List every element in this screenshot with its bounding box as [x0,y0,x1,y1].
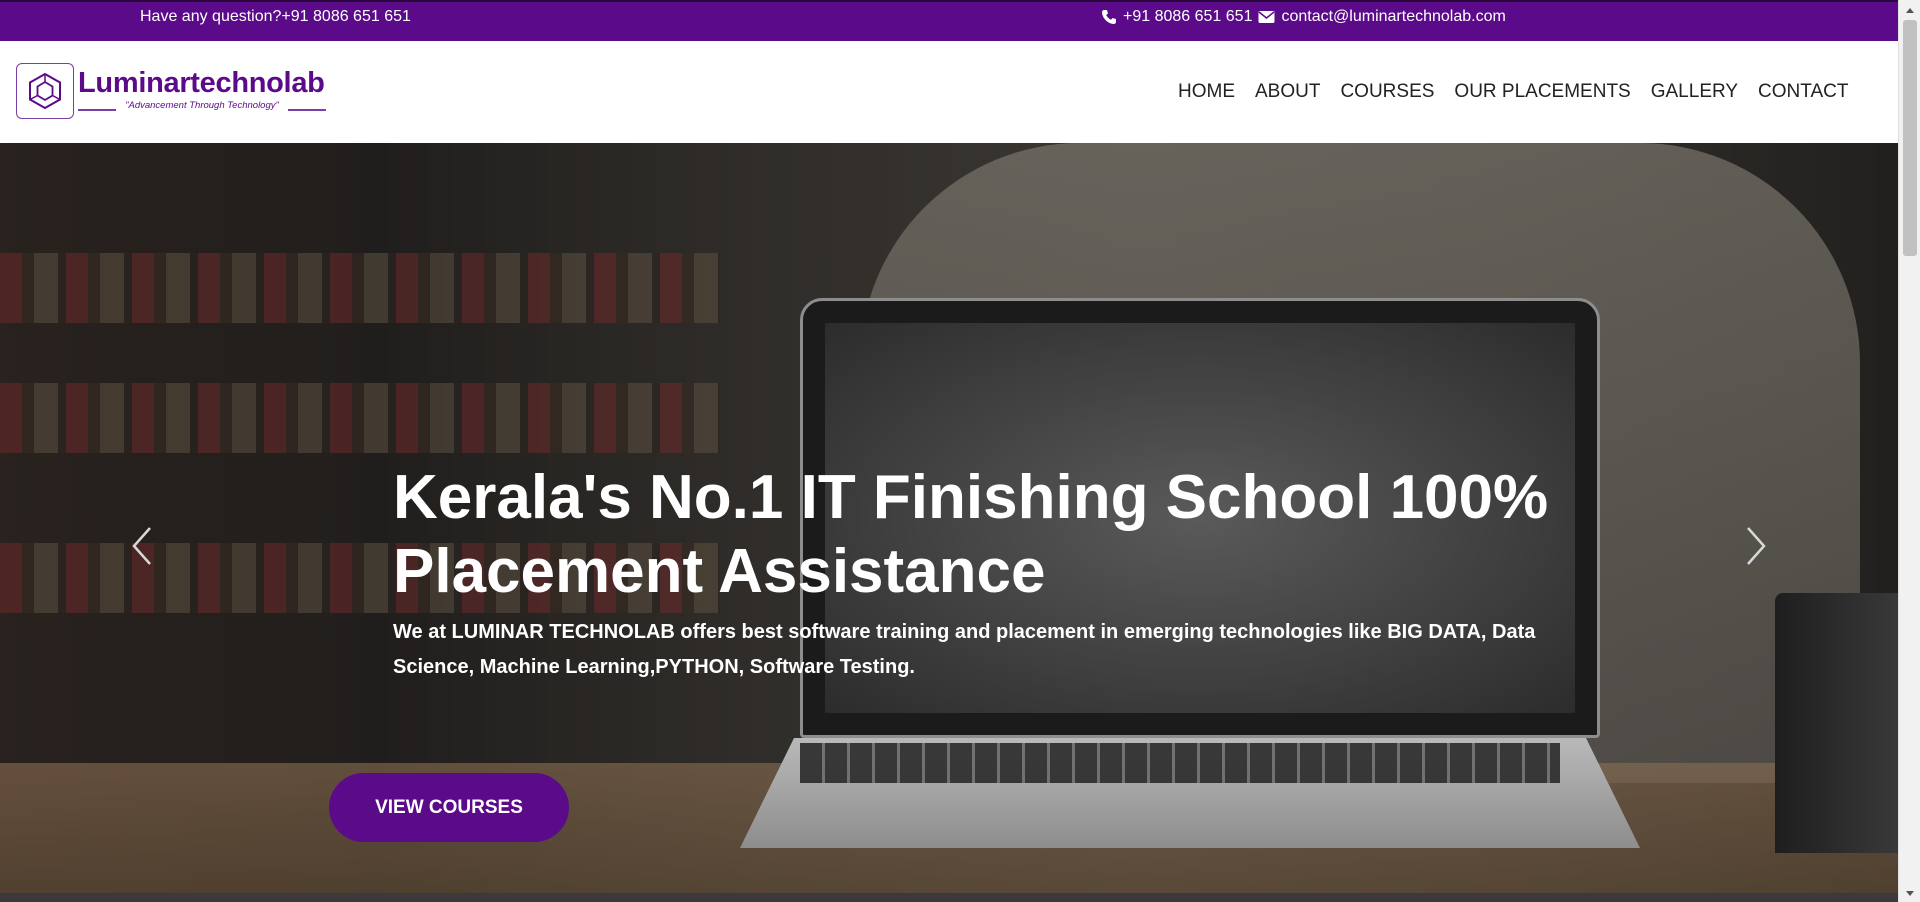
top-contact-bar: Have any question?+91 8086 651 651 +91 8… [0,0,1898,41]
hero-description: We at LUMINAR TECHNOLAB offers best soft… [393,621,1536,678]
logo-name: Luminartechnolab [78,67,325,99]
nav-home[interactable]: HOME [1168,81,1245,103]
site-logo[interactable]: Luminartechnolab "Advancement Through Te… [16,63,326,121]
keyboard-decor [800,743,1560,783]
question-text: Have any question?+91 8086 651 651 [140,8,411,25]
nav-our-placements[interactable]: OUR PLACEMENTS [1444,81,1640,103]
envelope-icon [1258,10,1275,24]
bookshelf-decor [0,383,720,453]
chevron-left-icon [131,526,153,571]
phone-icon [1101,9,1117,25]
logo-hexagon-icon [16,63,74,119]
scroll-up-icon[interactable] [1904,4,1916,16]
hero-title: Kerala's No.1 IT Finishing School 100% P… [393,463,1549,606]
scroll-down-icon[interactable] [1904,886,1916,898]
cup-decor [1775,593,1898,853]
nav-about[interactable]: ABOUT [1245,81,1330,103]
hero-carousel: Kerala's No.1 IT Finishing School 100% P… [0,143,1898,893]
nav-contact[interactable]: CONTACT [1748,81,1858,103]
scrollbar-thumb[interactable] [1903,20,1917,256]
page-scrollbar[interactable] [1898,0,1920,902]
nav-courses[interactable]: COURSES [1330,81,1444,103]
logo-tagline: "Advancement Through Technology" [78,100,326,111]
nav-gallery[interactable]: GALLERY [1641,81,1748,103]
main-nav: HOME ABOUT COURSES OUR PLACEMENTS GALLER… [1168,81,1858,103]
site-header: Luminartechnolab "Advancement Through Te… [0,41,1898,143]
bookshelf-decor [0,253,720,323]
carousel-prev-button[interactable] [124,518,160,578]
carousel-next-button[interactable] [1738,518,1774,578]
chevron-right-icon [1745,526,1767,571]
email-link[interactable]: contact@luminartechnolab.com [1281,8,1505,26]
contact-info: +91 8086 651 651 contact@luminartechnola… [1101,8,1506,26]
view-courses-button[interactable]: VIEW COURSES [329,773,569,842]
next-section-edge [0,893,1898,902]
phone-number[interactable]: +91 8086 651 651 [1123,8,1252,26]
